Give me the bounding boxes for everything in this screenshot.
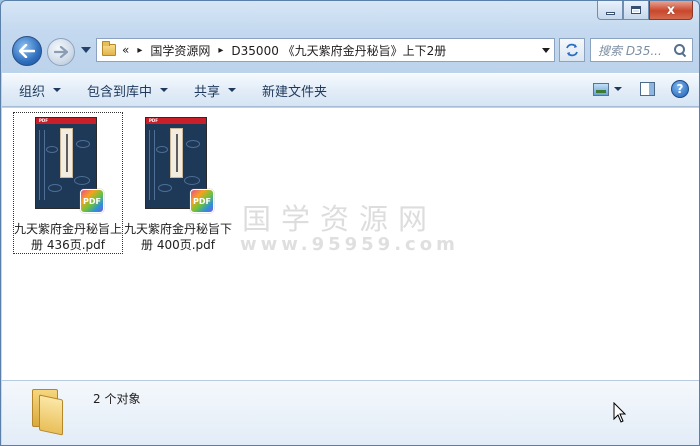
folder-icon: [29, 389, 63, 436]
breadcrumb-item-current[interactable]: D35000 《九天紫府金丹秘旨》上下2册: [231, 42, 446, 59]
file-name[interactable]: 九天紫府金丹秘旨上册 436页.pdf: [14, 221, 122, 253]
file-item[interactable]: PDF PDF 九天紫府金丹秘旨上册 436页.pdf: [13, 112, 123, 254]
pdf-file-icon: PDF: [80, 189, 104, 213]
close-icon: x: [666, 2, 676, 18]
cloud-ornament: [48, 184, 62, 192]
maximize-button[interactable]: [623, 1, 649, 20]
file-list[interactable]: PDF PDF 九天紫府金丹秘旨上册 436页.pdf PDF PDF 九天紫府…: [2, 108, 699, 380]
close-button[interactable]: x: [649, 1, 693, 20]
cloud-ornament: [158, 184, 172, 192]
cloud-ornament: [186, 140, 200, 148]
cover-ornament: [149, 130, 155, 200]
minimize-button[interactable]: [597, 1, 623, 20]
recent-pages-dropdown[interactable]: [81, 47, 91, 53]
share-menu[interactable]: 共享: [185, 78, 245, 102]
cloud-ornament: [76, 140, 90, 148]
cover-title-strip: [170, 128, 183, 178]
arrow-right-icon: [54, 46, 68, 58]
breadcrumb-separator[interactable]: ▸: [218, 45, 223, 56]
toolbar-right-group: ?: [593, 80, 689, 98]
refresh-button[interactable]: [559, 38, 585, 62]
include-in-library-menu[interactable]: 包含到库中: [78, 78, 177, 102]
forward-button[interactable]: [47, 38, 75, 66]
help-icon[interactable]: ?: [671, 80, 689, 98]
change-view-icon[interactable]: [593, 82, 609, 96]
search-box[interactable]: 搜索 D35...: [590, 38, 693, 62]
chevron-down-icon: [53, 88, 62, 92]
file-item[interactable]: PDF PDF 九天紫府金丹秘旨下册 400页.pdf: [124, 113, 232, 253]
organize-menu[interactable]: 组织: [10, 78, 70, 102]
navigation-row: « ▸ 国学资源网 ▸ D35000 《九天紫府金丹秘旨》上下2册 搜索 D35…: [1, 34, 699, 68]
details-pane: 2 个对象: [2, 380, 699, 445]
arrow-left-icon: [19, 44, 35, 58]
cloud-ornament: [184, 176, 200, 185]
folder-icon: [102, 41, 116, 56]
cloud-ornament: [156, 146, 168, 153]
address-dropdown-icon[interactable]: [542, 48, 550, 53]
address-overflow[interactable]: «: [122, 43, 129, 57]
pdf-file-icon: PDF: [190, 189, 214, 213]
cloud-ornament: [46, 146, 58, 153]
refresh-icon: [566, 43, 578, 57]
maximize-icon: [631, 6, 641, 14]
cloud-ornament: [74, 176, 90, 185]
share-label: 共享: [194, 84, 221, 100]
cover-pdf-tag: PDF: [146, 118, 206, 124]
file-name[interactable]: 九天紫府金丹秘旨下册 400页.pdf: [124, 221, 232, 253]
include-library-label: 包含到库中: [87, 84, 153, 100]
chevron-down-icon: [228, 88, 237, 92]
watermark-url: www.95959.com: [240, 234, 459, 255]
watermark-title: 国学资源网: [242, 202, 438, 236]
search-icon[interactable]: [673, 43, 687, 57]
back-button[interactable]: [12, 36, 42, 66]
file-thumbnail[interactable]: PDF PDF: [124, 113, 232, 221]
caption-buttons: x: [597, 1, 693, 20]
breadcrumb-item[interactable]: 国学资源网: [150, 42, 210, 59]
cover-title-strip: [60, 128, 73, 178]
command-bar: 组织 包含到库中 共享 新建文件夹 ?: [2, 73, 699, 107]
cover-ornament: [39, 130, 45, 200]
new-folder-label: 新建文件夹: [262, 84, 328, 100]
minimize-icon: [605, 11, 615, 15]
preview-pane-icon[interactable]: [640, 82, 655, 96]
mouse-cursor-icon: [613, 402, 627, 423]
breadcrumb-separator[interactable]: ▸: [137, 45, 142, 56]
cover-pdf-tag: PDF: [36, 118, 96, 124]
file-thumbnail[interactable]: PDF PDF: [14, 113, 122, 221]
search-input[interactable]: 搜索 D35...: [598, 42, 673, 59]
item-count: 2 个对象: [93, 392, 141, 406]
explorer-window: x « ▸ 国学资源网 ▸ D35000 《九天紫府金丹秘旨》上下2册 搜索 D…: [0, 0, 700, 446]
view-options-dropdown[interactable]: [614, 87, 622, 91]
organize-label: 组织: [19, 84, 46, 100]
new-folder-button[interactable]: 新建文件夹: [253, 78, 336, 102]
address-bar[interactable]: « ▸ 国学资源网 ▸ D35000 《九天紫府金丹秘旨》上下2册: [96, 38, 555, 62]
chevron-down-icon: [160, 88, 169, 92]
